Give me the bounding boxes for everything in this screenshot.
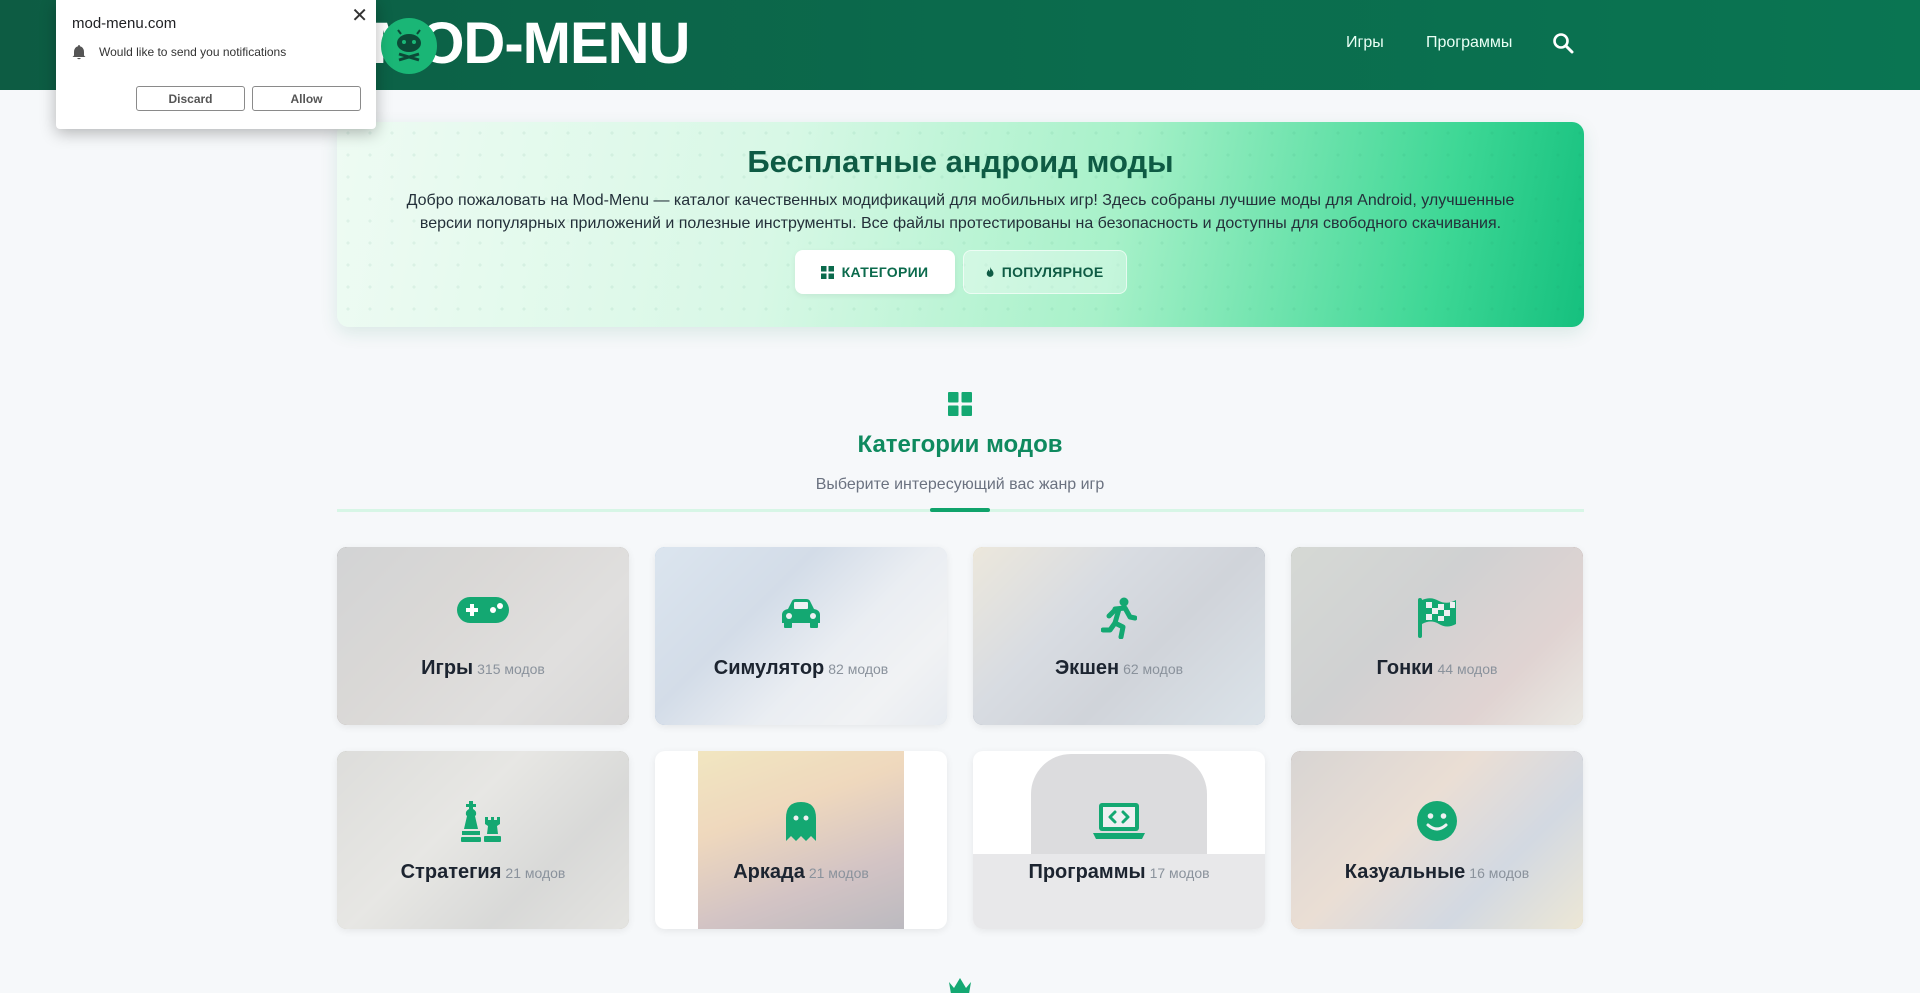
bell-icon <box>72 45 86 60</box>
category-card-casual[interactable]: Казуальные 16 модов <box>1291 751 1583 929</box>
smile-icon <box>1291 801 1583 841</box>
category-card-arcade[interactable]: Аркада 21 модов <box>655 751 947 929</box>
laptop-code-icon <box>973 801 1265 841</box>
category-card-games[interactable]: Игры 315 модов <box>337 547 629 725</box>
category-count: 62 модов <box>1123 661 1184 677</box>
popular-button[interactable]: ПОПУЛЯРНОЕ <box>962 250 1127 294</box>
hero-buttons: КАТЕГОРИИ ПОПУЛЯРНОЕ <box>337 250 1584 294</box>
section-subtitle: Выберите интересующий вас жанр игр <box>815 476 1105 493</box>
nav-programs[interactable]: Программы <box>1426 34 1512 52</box>
notification-permission-popup: mod-menu.com ✕ Would like to send you no… <box>56 0 376 129</box>
categories-button[interactable]: КАТЕГОРИИ <box>794 250 955 294</box>
ghost-icon <box>655 801 947 841</box>
checkered-flag-icon <box>1291 597 1583 638</box>
category-name: Стратегия <box>400 861 502 883</box>
search-icon[interactable] <box>1552 32 1576 56</box>
category-card-simulator[interactable]: Симулятор 82 модов <box>655 547 947 725</box>
category-name: Аркада <box>733 861 805 883</box>
hero-title: Бесплатные андроид моды <box>747 144 1174 179</box>
category-name: Игры <box>421 657 474 679</box>
chess-icon <box>337 801 629 842</box>
car-icon <box>655 597 947 637</box>
section-divider-accent <box>930 508 990 512</box>
hero-banner: Бесплатные андроид моды Добро пожаловать… <box>337 122 1584 327</box>
category-count: 315 модов <box>477 661 545 677</box>
category-name: Программы <box>1028 861 1146 883</box>
category-name: Экшен <box>1054 657 1120 679</box>
site-logo[interactable]: MOD-MENU <box>372 14 690 74</box>
gamepad-icon <box>337 597 629 637</box>
category-count: 21 модов <box>808 865 869 881</box>
crown-icon <box>947 976 973 993</box>
category-count: 44 модов <box>1437 661 1498 677</box>
category-count: 82 модов <box>828 661 889 677</box>
grid-icon <box>948 392 972 416</box>
android-robot-icon <box>381 18 437 74</box>
discard-button[interactable]: Discard <box>136 86 245 111</box>
category-count: 17 модов <box>1149 865 1210 881</box>
category-card-racing[interactable]: Гонки 44 модов <box>1291 547 1583 725</box>
close-icon[interactable]: ✕ <box>351 6 368 26</box>
category-card-strategy[interactable]: Стратегия 21 модов <box>337 751 629 929</box>
category-count: 16 модов <box>1469 865 1530 881</box>
popular-button-label: ПОПУЛЯРНОЕ <box>1001 264 1104 280</box>
notification-message: Would like to send you notifications <box>99 45 287 59</box>
category-name: Казуальные <box>1344 861 1466 883</box>
nav-games[interactable]: Игры <box>1346 34 1384 52</box>
fire-icon <box>986 266 993 277</box>
notification-domain: mod-menu.com <box>72 15 177 32</box>
category-name: Гонки <box>1376 657 1434 679</box>
category-card-action[interactable]: Экшен 62 модов <box>973 547 1265 725</box>
category-card-programs[interactable]: Программы 17 модов <box>973 751 1265 929</box>
category-name: Симулятор <box>713 657 825 679</box>
hero-description: Добро пожаловать на Mod-Menu — каталог к… <box>406 192 1515 232</box>
allow-button[interactable]: Allow <box>252 86 361 111</box>
section-title: Категории модов <box>857 431 1063 458</box>
grid-icon <box>820 265 834 279</box>
category-count: 21 модов <box>505 865 566 881</box>
running-icon <box>973 597 1265 639</box>
categories-button-label: КАТЕГОРИИ <box>841 264 929 280</box>
